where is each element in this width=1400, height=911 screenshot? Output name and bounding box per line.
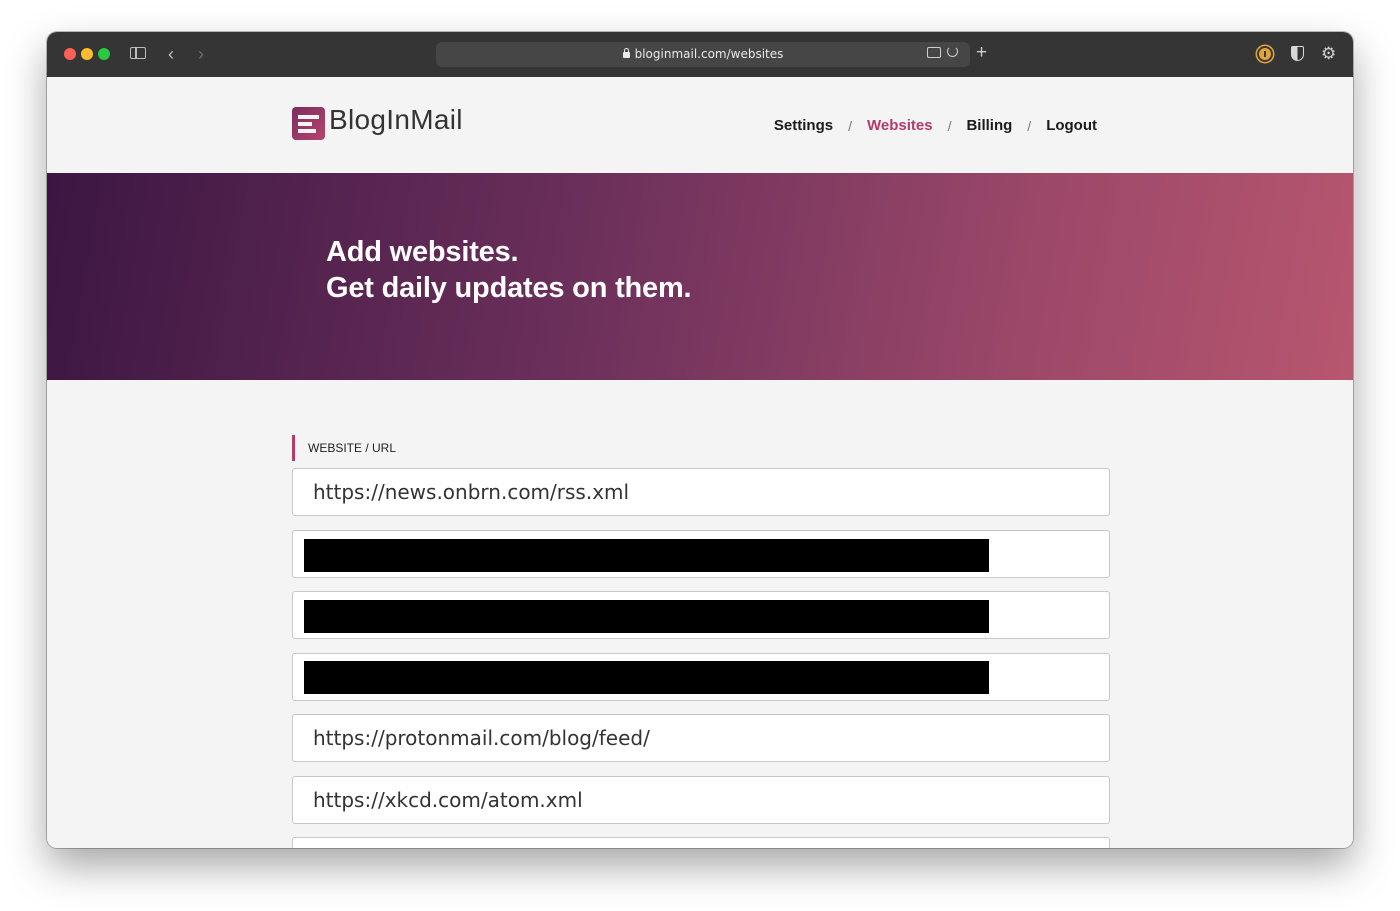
website-url-label: WEBSITE / URL bbox=[292, 435, 1110, 461]
browser-window: ‹ › bloginmail.com/websites + ⚙ BlogInMa… bbox=[47, 32, 1353, 848]
hero-heading-line-1: Add websites. bbox=[326, 236, 519, 268]
url-text: bloginmail.com/websites bbox=[634, 47, 784, 61]
website-url-input-7[interactable] bbox=[292, 837, 1110, 848]
hero-heading-line-2: Get daily updates on them. bbox=[326, 272, 692, 304]
nav-separator: / bbox=[947, 117, 952, 134]
nav-logout[interactable]: Logout bbox=[1046, 117, 1097, 134]
privacy-shield-icon[interactable] bbox=[1291, 46, 1304, 61]
nav-separator: / bbox=[1027, 117, 1032, 134]
settings-gear-icon[interactable]: ⚙ bbox=[1321, 45, 1336, 62]
page-content: BlogInMail Settings / Websites / Billing… bbox=[47, 77, 1353, 848]
zoom-window-icon[interactable] bbox=[98, 48, 110, 60]
website-url-input-4[interactable] bbox=[292, 653, 1110, 701]
website-url-input-2[interactable] bbox=[292, 530, 1110, 578]
address-bar[interactable]: bloginmail.com/websites bbox=[436, 42, 970, 67]
forward-icon[interactable]: › bbox=[198, 45, 204, 63]
main-nav: Settings / Websites / Billing / Logout bbox=[774, 117, 1097, 134]
website-url-input-6[interactable] bbox=[292, 776, 1110, 824]
password-manager-icon[interactable] bbox=[1257, 46, 1273, 62]
site-header: BlogInMail Settings / Websites / Billing… bbox=[47, 77, 1353, 173]
reload-icon[interactable] bbox=[947, 46, 958, 57]
sidebar-icon[interactable] bbox=[130, 47, 146, 59]
lock-icon bbox=[622, 48, 630, 58]
new-tab-icon[interactable]: + bbox=[976, 43, 987, 62]
browser-toolbar: ‹ › bloginmail.com/websites + ⚙ bbox=[47, 32, 1353, 78]
website-url-input-3[interactable] bbox=[292, 591, 1110, 639]
logo-icon[interactable] bbox=[292, 107, 325, 140]
back-icon[interactable]: ‹ bbox=[168, 45, 174, 63]
website-url-input-5[interactable] bbox=[292, 714, 1110, 762]
nav-separator: / bbox=[848, 117, 852, 134]
nav-settings[interactable]: Settings bbox=[774, 117, 833, 134]
website-url-input-1[interactable] bbox=[292, 468, 1110, 516]
nav-websites[interactable]: Websites bbox=[867, 117, 933, 134]
translate-icon[interactable] bbox=[927, 47, 941, 58]
nav-billing[interactable]: Billing bbox=[966, 117, 1012, 134]
hero-banner: Add websites. Get daily updates on them. bbox=[47, 173, 1353, 380]
minimize-window-icon[interactable] bbox=[81, 48, 93, 60]
address-bar-content: bloginmail.com/websites bbox=[436, 47, 970, 61]
logo-text[interactable]: BlogInMail bbox=[329, 104, 463, 136]
websites-form: WEBSITE / URL bbox=[292, 435, 1110, 848]
close-window-icon[interactable] bbox=[64, 48, 76, 60]
